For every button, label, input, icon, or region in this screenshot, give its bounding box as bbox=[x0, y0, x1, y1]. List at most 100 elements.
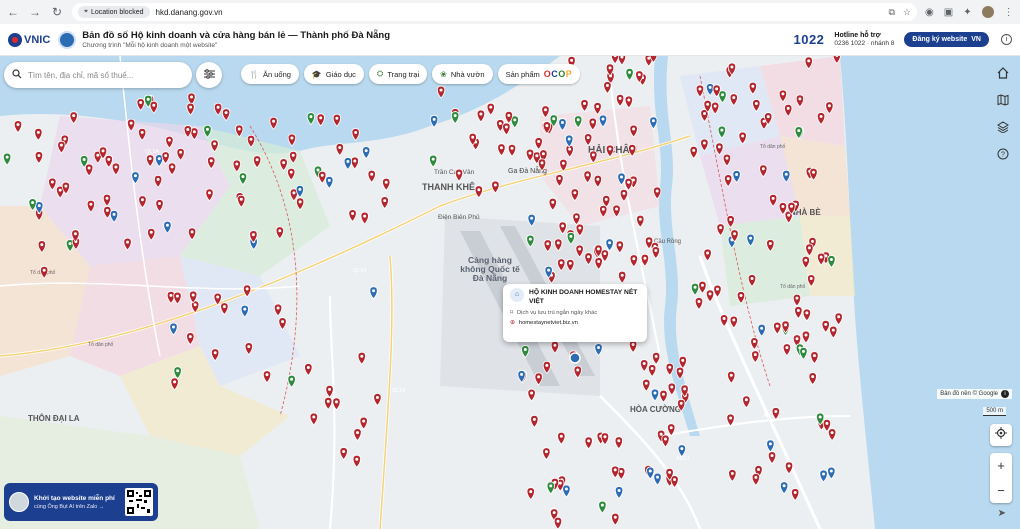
business-marker-icon[interactable] bbox=[624, 177, 633, 191]
map-canvas[interactable]: HẢI CHÂU THANH KHÊ Ga Đà Nẵng Trần Cao V… bbox=[0, 56, 1020, 529]
register-website-button[interactable]: Đăng ký website VN bbox=[904, 32, 989, 47]
business-marker-icon[interactable] bbox=[661, 434, 670, 448]
business-marker-icon[interactable] bbox=[167, 162, 177, 176]
business-marker-icon[interactable] bbox=[382, 177, 391, 191]
business-marker-icon[interactable] bbox=[736, 291, 746, 305]
business-marker-icon[interactable] bbox=[173, 291, 182, 305]
business-marker-icon[interactable] bbox=[599, 204, 608, 218]
business-marker-icon[interactable] bbox=[598, 500, 607, 514]
business-marker-icon[interactable] bbox=[163, 220, 172, 234]
business-marker-icon[interactable] bbox=[213, 102, 223, 116]
locate-me-button[interactable] bbox=[990, 424, 1012, 446]
business-marker-icon[interactable] bbox=[170, 377, 179, 391]
business-marker-icon[interactable] bbox=[542, 447, 551, 461]
business-marker-icon[interactable] bbox=[718, 90, 727, 104]
business-marker-icon[interactable] bbox=[717, 125, 727, 139]
business-marker-icon[interactable] bbox=[628, 143, 637, 157]
business-marker-icon[interactable] bbox=[703, 248, 712, 262]
business-marker-icon[interactable] bbox=[244, 342, 253, 356]
business-marker-icon[interactable] bbox=[784, 103, 793, 117]
business-marker-icon[interactable] bbox=[659, 389, 668, 403]
business-marker-icon[interactable] bbox=[304, 363, 313, 377]
business-marker-icon[interactable] bbox=[615, 240, 624, 254]
business-marker-icon[interactable] bbox=[711, 101, 720, 115]
business-marker-icon[interactable] bbox=[614, 436, 623, 450]
business-marker-icon[interactable] bbox=[624, 95, 633, 109]
business-marker-icon[interactable] bbox=[348, 209, 357, 223]
translate-icon[interactable]: ▣ bbox=[944, 7, 953, 18]
business-marker-icon[interactable] bbox=[131, 171, 140, 185]
selected-marker-icon[interactable] bbox=[569, 352, 581, 364]
business-marker-icon[interactable] bbox=[187, 227, 197, 241]
business-marker-icon[interactable] bbox=[651, 246, 661, 260]
business-marker-icon[interactable] bbox=[554, 238, 563, 252]
forward-icon[interactable]: → bbox=[28, 5, 42, 19]
chip-giao-duc[interactable]: 🎓 Giáo dục bbox=[303, 64, 364, 84]
zalo-promo-banner[interactable]: Khởi tạo website miễn phí cùng Ông Bụt A… bbox=[4, 483, 158, 521]
business-marker-icon[interactable] bbox=[273, 303, 283, 317]
business-marker-icon[interactable] bbox=[810, 351, 819, 365]
business-marker-icon[interactable] bbox=[240, 304, 249, 318]
business-marker-icon[interactable] bbox=[339, 447, 348, 461]
business-marker-icon[interactable] bbox=[802, 308, 812, 322]
business-marker-icon[interactable] bbox=[34, 127, 43, 142]
business-marker-icon[interactable] bbox=[527, 388, 536, 402]
business-marker-icon[interactable] bbox=[593, 174, 602, 188]
business-marker-icon[interactable] bbox=[700, 138, 709, 152]
business-marker-icon[interactable] bbox=[275, 226, 284, 240]
extension-icon[interactable]: ◉ bbox=[925, 7, 934, 18]
business-marker-icon[interactable] bbox=[69, 111, 78, 125]
url-text[interactable]: hkd.danang.gov.vn bbox=[156, 8, 223, 17]
business-marker-icon[interactable] bbox=[732, 170, 741, 184]
business-marker-icon[interactable] bbox=[611, 512, 620, 526]
business-marker-icon[interactable] bbox=[778, 89, 788, 103]
business-marker-icon[interactable] bbox=[651, 351, 661, 365]
business-marker-icon[interactable] bbox=[13, 120, 23, 134]
business-marker-icon[interactable] bbox=[343, 157, 353, 171]
popup-website-link[interactable]: homestaynetviet.biz.vn bbox=[519, 320, 578, 326]
business-marker-icon[interactable] bbox=[278, 317, 287, 331]
business-marker-icon[interactable] bbox=[767, 451, 777, 465]
business-marker-icon[interactable] bbox=[675, 366, 685, 380]
business-marker-icon[interactable] bbox=[109, 209, 119, 223]
business-marker-icon[interactable] bbox=[773, 321, 782, 335]
install-icon[interactable]: ⧉ bbox=[888, 7, 894, 18]
business-marker-icon[interactable] bbox=[817, 252, 826, 266]
business-marker-icon[interactable] bbox=[359, 416, 368, 430]
business-marker-icon[interactable] bbox=[541, 105, 550, 119]
business-marker-icon[interactable] bbox=[430, 114, 439, 128]
business-marker-icon[interactable] bbox=[603, 81, 612, 95]
menu-dots-icon[interactable]: ⋮ bbox=[1004, 7, 1014, 18]
business-marker-icon[interactable] bbox=[690, 282, 700, 296]
business-marker-icon[interactable] bbox=[584, 252, 593, 266]
business-marker-icon[interactable] bbox=[748, 81, 758, 95]
business-marker-icon[interactable] bbox=[555, 174, 564, 188]
business-marker-icon[interactable] bbox=[694, 297, 704, 311]
business-marker-icon[interactable] bbox=[746, 233, 755, 247]
business-marker-icon[interactable] bbox=[351, 128, 360, 142]
business-popup[interactable]: ⌂ HỘ KINH DOANH HOMESTAY NÉT VIỆT ⌑ Dịch … bbox=[503, 284, 647, 342]
business-marker-icon[interactable] bbox=[689, 145, 698, 159]
business-marker-icon[interactable] bbox=[306, 112, 316, 126]
business-marker-icon[interactable] bbox=[558, 221, 567, 235]
business-marker-icon[interactable] bbox=[722, 153, 732, 167]
business-marker-icon[interactable] bbox=[821, 319, 830, 334]
business-marker-icon[interactable] bbox=[521, 345, 530, 359]
business-marker-icon[interactable] bbox=[287, 374, 296, 388]
business-marker-icon[interactable] bbox=[136, 98, 145, 112]
business-marker-icon[interactable] bbox=[594, 343, 603, 357]
business-marker-icon[interactable] bbox=[827, 255, 836, 269]
business-marker-icon[interactable] bbox=[827, 428, 837, 442]
business-marker-icon[interactable] bbox=[642, 378, 651, 392]
business-marker-icon[interactable] bbox=[558, 118, 567, 132]
business-marker-icon[interactable] bbox=[728, 469, 737, 483]
business-marker-icon[interactable] bbox=[766, 239, 775, 253]
business-marker-icon[interactable] bbox=[575, 244, 584, 258]
business-marker-icon[interactable] bbox=[37, 240, 47, 254]
business-marker-icon[interactable] bbox=[161, 151, 170, 165]
business-marker-icon[interactable] bbox=[526, 487, 535, 501]
business-marker-icon[interactable] bbox=[559, 158, 568, 172]
business-marker-icon[interactable] bbox=[792, 293, 802, 307]
business-marker-icon[interactable] bbox=[57, 140, 66, 154]
business-marker-icon[interactable] bbox=[350, 156, 359, 170]
